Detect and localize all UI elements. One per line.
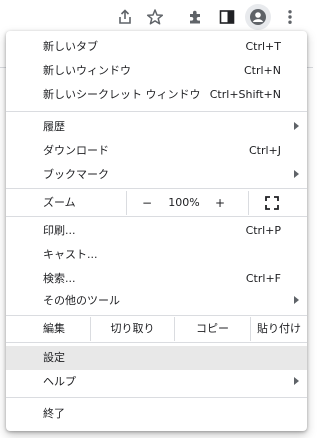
fullscreen-icon[interactable]	[264, 195, 280, 211]
menu-item-label: ダウンロード	[43, 144, 109, 157]
menu-item-label: 新しいウィンドウ	[43, 64, 131, 77]
menu-item-find[interactable]: 検索... Ctrl+F	[6, 267, 307, 291]
menu-item-label: 検索...	[43, 272, 76, 285]
star-icon[interactable]	[143, 5, 167, 29]
more-menu-icon[interactable]	[278, 5, 302, 29]
browser-toolbar	[0, 0, 313, 34]
zoom-row: ズーム − 100% +	[6, 191, 307, 215]
menu-item-label: 新しいタブ	[43, 40, 98, 53]
paste-button[interactable]: 貼り付け	[251, 317, 307, 341]
menu-item-label: 印刷...	[43, 224, 76, 237]
menu-item-exit[interactable]: 終了	[6, 402, 307, 426]
share-icon[interactable]	[113, 5, 137, 29]
submenu-arrow-icon	[294, 122, 299, 130]
menu-item-label: 新しいシークレット ウィンドウ	[43, 88, 201, 101]
zoom-divider	[248, 191, 249, 215]
edit-row: 編集 切り取り コピー 貼り付け	[6, 317, 307, 341]
submenu-arrow-icon	[294, 377, 299, 385]
menu-item-more-tools[interactable]: その他のツール	[6, 289, 307, 313]
menu-item-cast[interactable]: キャスト...	[6, 243, 307, 267]
menu-item-label: ヘルプ	[43, 375, 76, 388]
zoom-label: ズーム	[43, 196, 76, 209]
menu-item-new-window[interactable]: 新しいウィンドウ Ctrl+N	[6, 59, 307, 83]
menu-item-shortcut: Ctrl+N	[243, 64, 281, 77]
menu-separator	[6, 342, 307, 343]
menu-item-settings[interactable]: 設定	[6, 346, 307, 370]
cut-button[interactable]: 切り取り	[91, 317, 174, 341]
menu-item-new-tab[interactable]: 新しいタブ Ctrl+T	[6, 35, 307, 59]
menu-separator	[6, 216, 307, 217]
edit-label: 編集	[43, 322, 65, 335]
menu-item-shortcut: Ctrl+P	[245, 224, 281, 237]
menu-item-label: ブックマーク	[43, 168, 109, 181]
menu-item-history[interactable]: 履歴	[6, 115, 307, 139]
submenu-arrow-icon	[294, 296, 299, 304]
chrome-main-menu: 新しいタブ Ctrl+T 新しいウィンドウ Ctrl+N 新しいシークレット ウ…	[6, 31, 307, 431]
menu-item-label: その他のツール	[43, 294, 120, 307]
extensions-icon[interactable]	[184, 5, 208, 29]
side-panel-icon[interactable]	[215, 5, 239, 29]
menu-item-shortcut: Ctrl+F	[245, 272, 281, 285]
menu-item-shortcut: Ctrl+Shift+N	[209, 88, 281, 101]
profile-icon[interactable]	[246, 5, 270, 29]
submenu-arrow-icon	[294, 170, 299, 178]
menu-item-shortcut: Ctrl+J	[248, 144, 281, 157]
menu-item-help[interactable]: ヘルプ	[6, 370, 307, 394]
menu-item-bookmarks[interactable]: ブックマーク	[6, 163, 307, 187]
menu-item-label: 終了	[43, 407, 65, 420]
copy-button[interactable]: コピー	[175, 317, 250, 341]
menu-item-label: 設定	[43, 351, 65, 364]
menu-item-downloads[interactable]: ダウンロード Ctrl+J	[6, 139, 307, 163]
menu-item-shortcut: Ctrl+T	[245, 40, 281, 53]
menu-separator	[6, 188, 307, 189]
menu-item-print[interactable]: 印刷... Ctrl+P	[6, 219, 307, 243]
zoom-out-button[interactable]: −	[127, 191, 167, 215]
menu-item-label: 履歴	[43, 120, 65, 133]
menu-separator	[6, 315, 307, 316]
menu-item-new-incognito-window[interactable]: 新しいシークレット ウィンドウ Ctrl+Shift+N	[6, 83, 307, 107]
menu-separator	[6, 111, 307, 112]
menu-item-label: キャスト...	[43, 248, 98, 261]
zoom-in-button[interactable]: +	[201, 191, 239, 215]
zoom-level: 100%	[168, 196, 200, 209]
menu-separator	[6, 397, 307, 398]
